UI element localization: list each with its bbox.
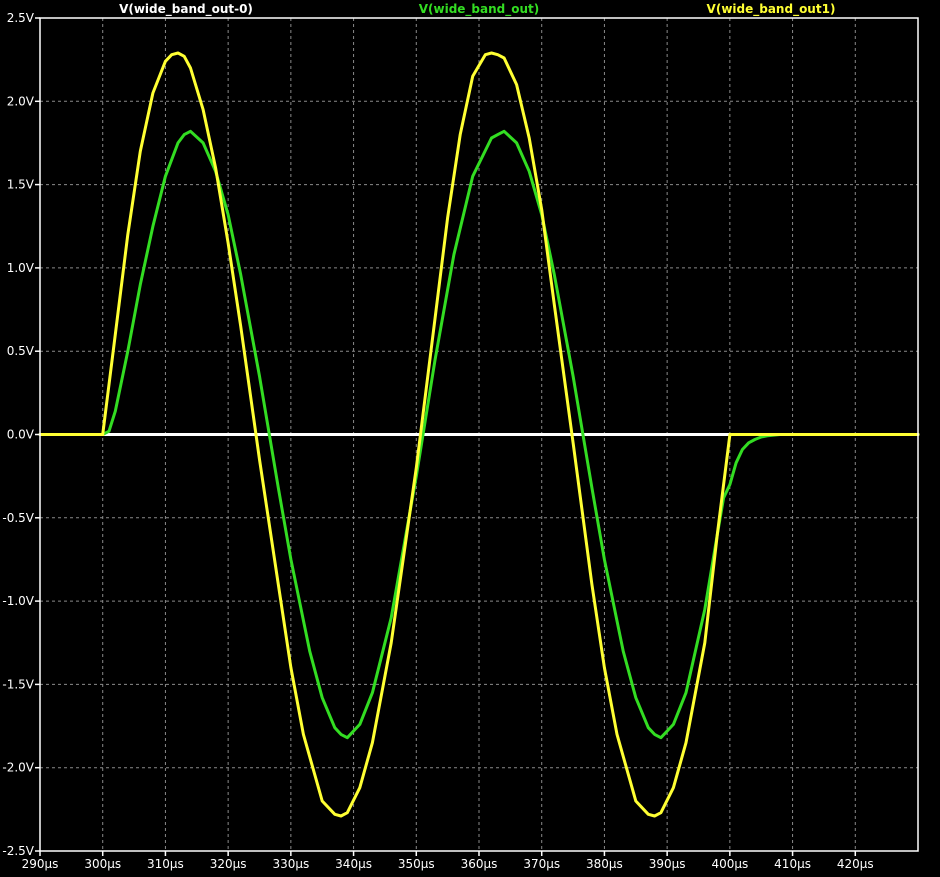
y-tick-label: 1.0V [7, 261, 35, 275]
x-tick-label: 350µs [398, 857, 435, 871]
x-tick-label: 320µs [210, 857, 247, 871]
x-tick-label: 370µs [523, 857, 560, 871]
x-tick-label: 380µs [586, 857, 623, 871]
legend: V(wide_band_out-0) V(wide_band_out) V(wide… [119, 2, 835, 17]
plot-background [0, 0, 940, 877]
legend-entry-0: V(wide_band_out-0) [119, 2, 253, 17]
y-tick-label: -2.5V [2, 844, 34, 858]
y-tick-label: -0.5V [2, 511, 34, 525]
waveform-plot: 2.5V 2.0V 1.5V 1.0V 0.5V 0.0V -0.5V -1.0V -1.5V -… [0, 0, 940, 877]
x-tick-label: 390µs [649, 857, 686, 871]
legend-entry-1: V(wide_band_out) [419, 2, 540, 17]
y-tick-label: 2.5V [7, 11, 35, 25]
y-tick-label: -1.0V [2, 594, 34, 608]
y-tick-label: -1.5V [2, 677, 34, 691]
y-tick-label: 1.5V [7, 178, 35, 192]
y-tick-label: 0.5V [7, 344, 35, 358]
x-tick-label: 300µs [84, 857, 121, 871]
y-tick-label: -2.0V [2, 761, 34, 775]
x-tick-label: 290µs [22, 857, 59, 871]
legend-entry-2: V(wide_band_out1) [707, 2, 836, 17]
x-tick-label: 310µs [147, 857, 184, 871]
y-tick-label: 0.0V [7, 428, 35, 442]
x-tick-label: 340µs [335, 857, 372, 871]
x-tick-label: 410µs [774, 857, 811, 871]
x-tick-label: 360µs [461, 857, 498, 871]
x-tick-label: 420µs [837, 857, 874, 871]
x-tick-label: 400µs [711, 857, 748, 871]
y-tick-label: 2.0V [7, 94, 35, 108]
x-tick-label: 330µs [272, 857, 309, 871]
